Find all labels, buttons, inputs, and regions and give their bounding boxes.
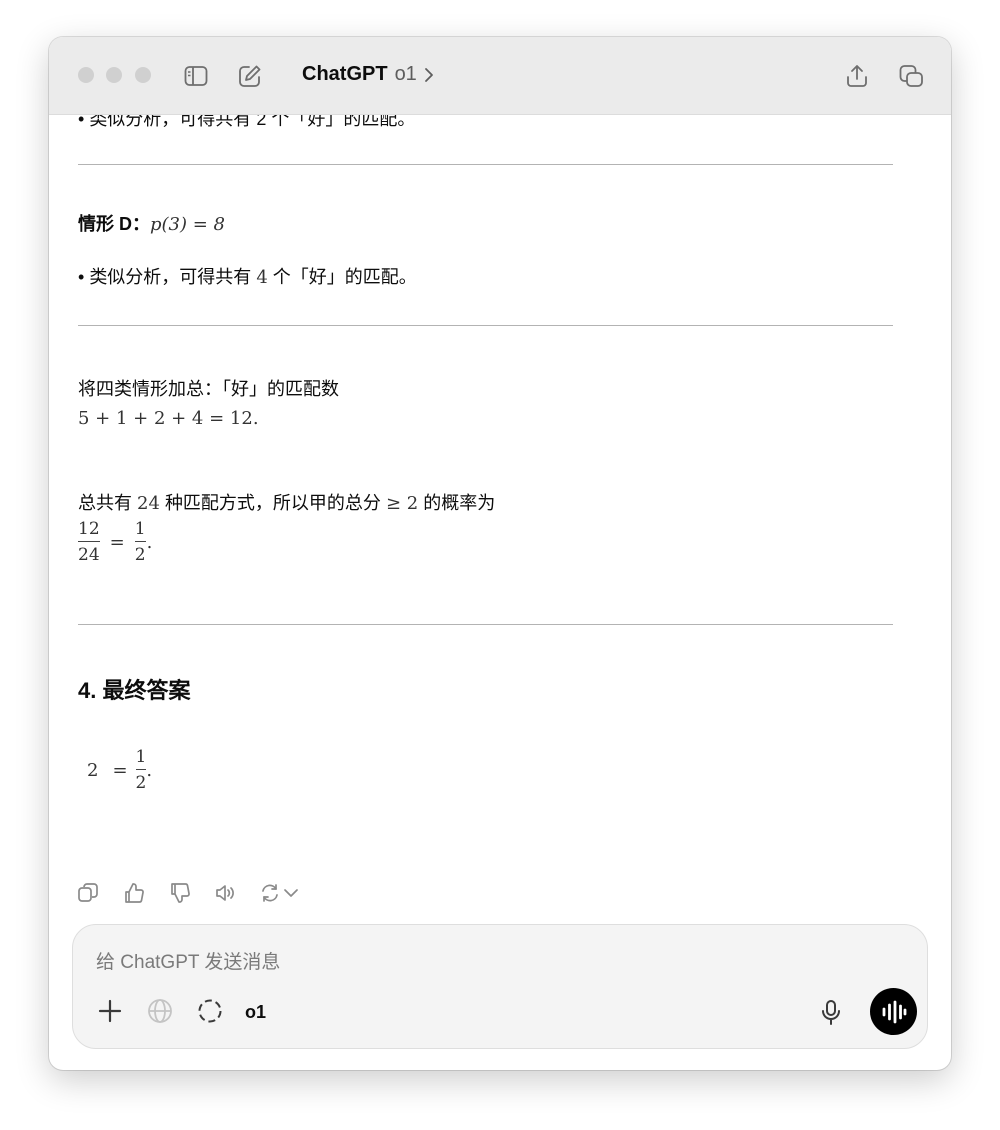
new-window-icon[interactable] — [898, 63, 924, 89]
share-icon[interactable] — [844, 63, 870, 89]
message-input[interactable]: 给 ChatGPT 发送消息 — [96, 947, 280, 974]
globe-icon[interactable] — [145, 996, 175, 1026]
model-name: o1 — [394, 63, 417, 85]
case-d-formula: p(3) = 8 — [150, 214, 225, 235]
message-composer[interactable]: 给 ChatGPT 发送消息 o1 — [72, 924, 928, 1049]
divider — [78, 325, 893, 326]
divider — [78, 624, 893, 625]
fraction-1-2: 12 — [134, 519, 146, 565]
thumbs-down-icon[interactable] — [169, 882, 191, 903]
case-d-label: 情形 D： — [78, 214, 150, 234]
copy-icon[interactable] — [77, 882, 99, 903]
close-window-button[interactable] — [78, 67, 94, 83]
final-answer-formula: 2 = 12 . — [87, 747, 153, 793]
read-aloud-icon[interactable] — [214, 882, 236, 903]
minimize-window-button[interactable] — [106, 67, 122, 83]
total-count: 24 — [137, 493, 160, 514]
probability-formula: 12 24 = 12 . — [78, 519, 153, 565]
sidebar-toggle-icon[interactable] — [183, 63, 209, 89]
new-chat-icon[interactable] — [237, 63, 263, 89]
divider — [78, 164, 893, 165]
case-d-count: 4 — [256, 267, 268, 288]
score-condition: ≥ 2 — [385, 493, 419, 514]
chevron-down-icon[interactable] — [282, 882, 300, 903]
message-content: • 类似分析，可得共有 2 个「好」的匹配。 情形 D：p(3) = 8 • 类… — [49, 97, 951, 903]
plus-icon[interactable] — [95, 996, 125, 1026]
app-title[interactable]: ChatGPT o1 — [302, 63, 434, 86]
chat-window: ChatGPT o1 • 类似分析，可得共有 2 个「好」的匹配。 情形 D：p… — [49, 37, 951, 1070]
case-d-heading: 情形 D：p(3) = 8 — [78, 210, 225, 236]
thumbs-up-icon[interactable] — [123, 882, 145, 903]
title-bar: ChatGPT o1 — [49, 37, 951, 115]
voice-mode-icon — [882, 1000, 906, 1023]
chevron-right-icon — [424, 67, 433, 82]
zoom-window-button[interactable] — [135, 67, 151, 83]
fraction-12-24: 12 24 — [78, 519, 100, 565]
regenerate-icon[interactable] — [259, 882, 281, 903]
app-name: ChatGPT — [302, 63, 388, 85]
probability-text: 总共有 24 种匹配方式，所以甲的总分 ≥ 2 的概率为 — [78, 493, 496, 514]
model-selector[interactable]: o1 — [245, 1002, 266, 1023]
voice-mode-button[interactable] — [870, 988, 917, 1035]
reason-icon[interactable] — [195, 996, 225, 1026]
fraction-1-2: 12 — [135, 747, 147, 793]
final-answer-heading: 4. 最终答案 — [78, 678, 191, 703]
sum-formula: 5 + 1 + 2 + 4 = 12. — [78, 408, 259, 429]
sum-text: 将四类情形加总：「好」的匹配数 — [78, 379, 339, 399]
mic-icon[interactable] — [816, 997, 846, 1027]
list-item: • 类似分析，可得共有 4 个「好」的匹配。 — [78, 267, 417, 288]
